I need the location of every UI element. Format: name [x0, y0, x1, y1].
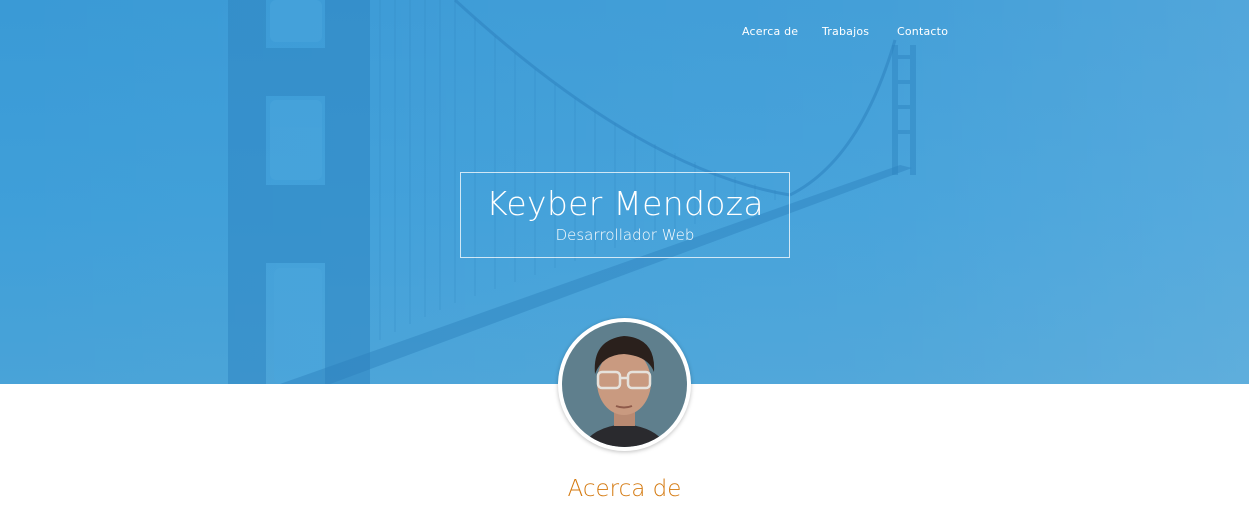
nav-link-trabajos[interactable]: Trabajos [822, 25, 897, 38]
nav-link-contacto[interactable]: Contacto [897, 25, 957, 38]
hero-name: Keyber Mendoza [486, 184, 764, 223]
nav-link-acerca-de[interactable]: Acerca de [742, 25, 822, 38]
profile-photo-icon [562, 322, 687, 447]
hero-role: Desarrollador Web [555, 226, 695, 244]
hero-title-box: Keyber Mendoza Desarrollador Web [460, 172, 790, 258]
main-nav: Acerca de Trabajos Contacto [742, 25, 957, 38]
avatar [558, 318, 691, 451]
about-section-title: Acerca de [567, 476, 682, 502]
